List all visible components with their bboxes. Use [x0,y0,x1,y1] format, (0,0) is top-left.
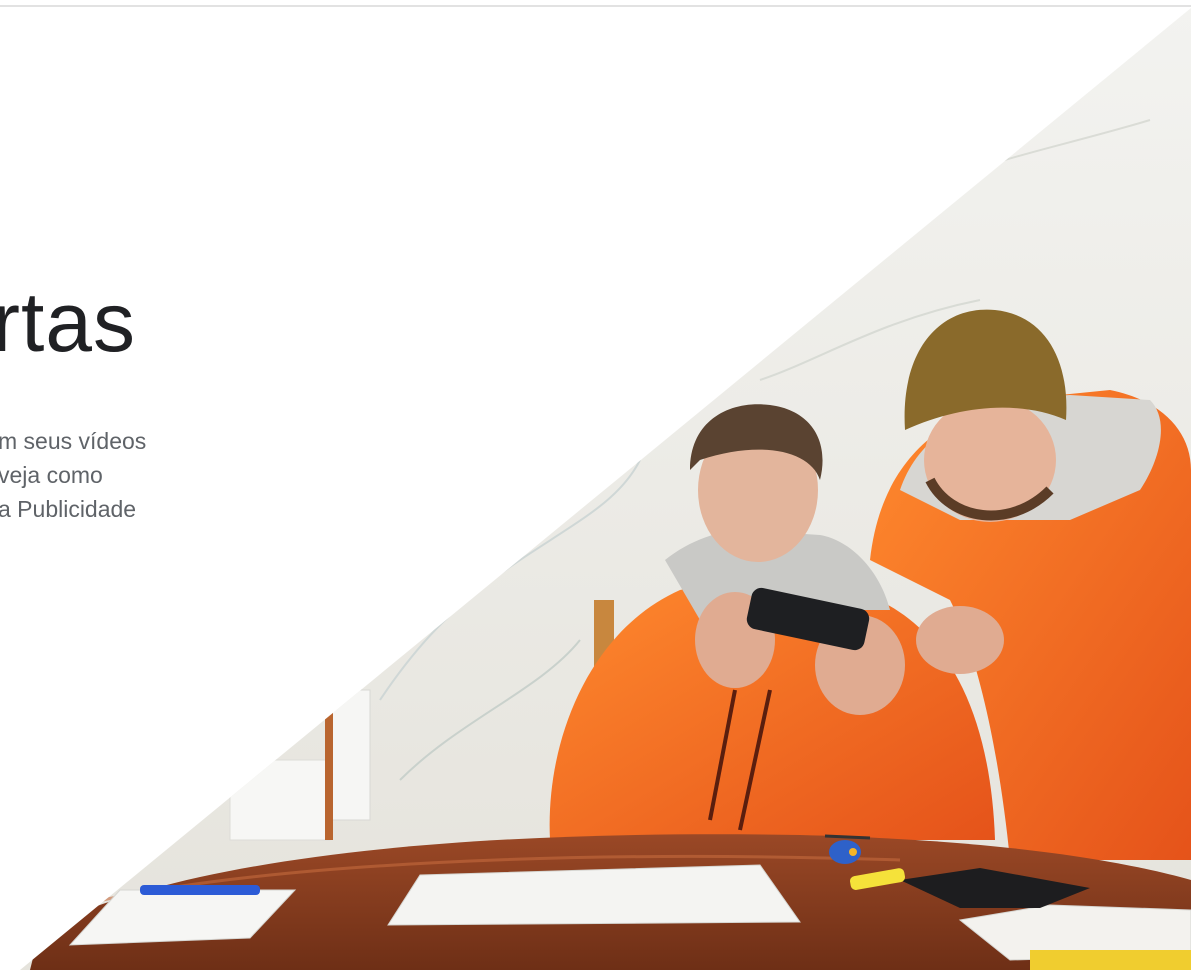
hero-photo-illustration [20,8,1191,970]
hero-photo [20,8,1191,970]
hero-body-line: veja como [0,462,103,488]
hero-body-copy: m seus vídeos veja como a Publicidade [0,424,146,526]
page: rtas m seus vídeos veja como a Publicida… [0,0,1191,970]
hero-headline: rtas [0,275,137,369]
hero-body-line: m seus vídeos [0,428,147,454]
hero-body-line: a Publicidade [0,496,137,522]
top-divider [0,5,1191,7]
